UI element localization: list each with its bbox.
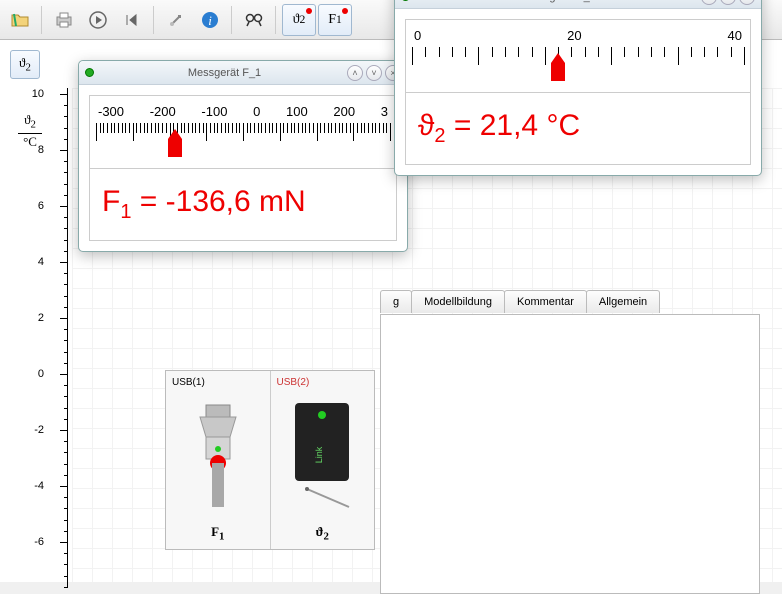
readout-symbol: ϑ (418, 109, 434, 142)
gauge-scale: -300-200-10001002003 (96, 104, 390, 160)
gauge-theta2: 02040 (405, 19, 751, 93)
sensor-f1-button[interactable]: F1 (318, 4, 352, 36)
gauge-f1: -300-200-10001002003 (89, 95, 397, 169)
window-titlebar[interactable]: Messgerät F_1 ˄ ˅ × (79, 61, 407, 85)
axis-sub: 2 (31, 119, 36, 131)
scale-labels: 02040 (412, 28, 744, 43)
gauge-readout: F1 = -136,6 mN (89, 169, 397, 241)
theta-sub: 2 (300, 13, 306, 26)
window-title: Messgerät ϑ_2 (418, 0, 701, 3)
gauge-window-theta2[interactable]: Messgerät ϑ_2 ˄ ˅ × 02040 ϑ2 = 21,4 °C (394, 0, 762, 176)
gauge-pointer (551, 63, 565, 81)
gauge-window-f1[interactable]: Messgerät F_1 ˄ ˅ × -300-200-10001002003… (78, 60, 408, 252)
y-axis-ruler: 1086420-2-4-6 (48, 88, 68, 588)
readout-value: = -136,6 mN (131, 185, 305, 218)
window-status-dot (85, 68, 94, 77)
print-button[interactable] (48, 4, 80, 36)
theta-symbol: ϑ (293, 12, 300, 28)
variable-chip-theta2[interactable]: ϑ2 (10, 50, 40, 79)
tab-strip: g Modellbildung Kommentar Allgemein (380, 290, 659, 313)
device-box: USB(1) F1 USB(2) Link (165, 370, 375, 550)
device-label: ϑ2 (316, 524, 329, 543)
gauge-pointer (168, 139, 182, 157)
device-label: F1 (211, 524, 224, 543)
readout-sub: 1 (120, 201, 131, 223)
svg-text:i: i (208, 13, 212, 28)
rewind-button[interactable] (116, 4, 148, 36)
tab-panel (380, 314, 760, 594)
gauge-scale: 02040 (412, 28, 744, 84)
gauge-readout: ϑ2 = 21,4 °C (405, 93, 751, 165)
device-port-label: USB(1) (172, 377, 205, 388)
window-body: 02040 ϑ2 = 21,4 °C (395, 9, 761, 175)
temperature-sensor-icon: Link (277, 392, 369, 520)
force-sensor-icon (172, 392, 264, 520)
toolbar-separator (153, 6, 155, 34)
tab-modellbildung[interactable]: Modellbildung (411, 290, 505, 313)
readout-value: = 21,4 °C (446, 109, 581, 142)
tab-allgemein[interactable]: Allgemein (586, 290, 660, 313)
window-min-button[interactable]: ˄ (347, 65, 363, 81)
window-titlebar[interactable]: Messgerät ϑ_2 ˄ ˅ × (395, 0, 761, 9)
window-title: Messgerät F_1 (102, 67, 347, 79)
window-close-button[interactable]: × (739, 0, 755, 5)
device-usb1[interactable]: USB(1) F1 (166, 371, 271, 549)
sensor-theta2-button[interactable]: ϑ2 (282, 4, 316, 36)
f-symbol: F (328, 12, 336, 28)
window-max-button[interactable]: ˅ (366, 65, 382, 81)
y-axis: ϑ2 °C 1086420-2-4-6 (0, 88, 72, 582)
tab-0[interactable]: g (380, 290, 412, 313)
scale-ticks (412, 47, 744, 75)
active-dot-icon (342, 8, 348, 14)
tab-kommentar[interactable]: Kommentar (504, 290, 587, 313)
variable-chip-row: ϑ2 (10, 50, 40, 79)
play-button[interactable] (82, 4, 114, 36)
settings-button[interactable] (160, 4, 192, 36)
f-sub: 1 (336, 13, 342, 26)
readout-symbol: F (102, 185, 120, 218)
window-min-button[interactable]: ˄ (701, 0, 717, 5)
info-button[interactable]: i (194, 4, 226, 36)
toolbar-separator (275, 6, 277, 34)
search-button[interactable] (238, 4, 270, 36)
readout-sub: 2 (434, 125, 445, 147)
window-body: -300-200-10001002003 F1 = -136,6 mN (79, 85, 407, 251)
chip-sub: 2 (25, 62, 30, 74)
window-max-button[interactable]: ˅ (720, 0, 736, 5)
scale-labels: -300-200-10001002003 (96, 104, 390, 119)
toolbar-separator (231, 6, 233, 34)
ruler-line (67, 88, 68, 588)
scale-ticks (96, 123, 390, 151)
device-port-label: USB(2) (277, 377, 310, 388)
active-dot-icon (306, 8, 312, 14)
open-file-button[interactable] (4, 4, 36, 36)
device-usb2[interactable]: USB(2) Link ϑ2 (271, 371, 375, 549)
window-status-dot (401, 0, 410, 1)
svg-text:Link: Link (314, 446, 324, 463)
toolbar-separator (41, 6, 43, 34)
